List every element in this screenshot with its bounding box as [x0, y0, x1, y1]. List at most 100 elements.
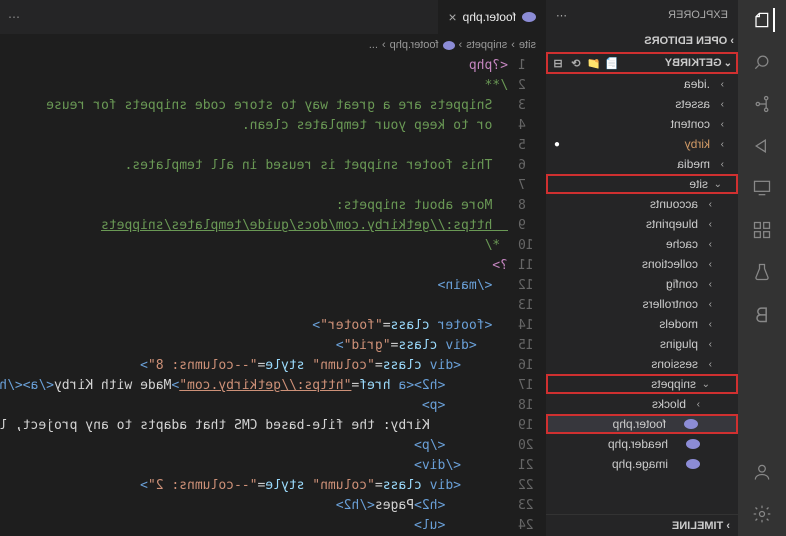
debug-icon[interactable]: [750, 134, 774, 158]
line-number: 18: [518, 396, 546, 416]
code-line[interactable]: <p>: [0, 396, 508, 416]
git-icon[interactable]: [750, 92, 774, 116]
tree-folder[interactable]: ⌄site: [546, 174, 738, 194]
tree-file[interactable]: image.php: [546, 454, 738, 474]
line-number: 2: [518, 76, 546, 96]
chevron-icon: ›: [700, 239, 712, 250]
files-icon[interactable]: [751, 8, 775, 32]
line-number: 22: [518, 476, 546, 496]
explorer-title: EXPLORER ⋯: [546, 0, 738, 30]
explorer-sidebar: EXPLORER ⋯ › OPEN EDITORS ⌄ GETKIRBY 📄 📁…: [546, 0, 738, 536]
code-line[interactable]: <ul>: [0, 516, 508, 536]
tree-folder[interactable]: ›plugins: [546, 334, 738, 354]
line-number: 23: [518, 496, 546, 516]
line-number: 13: [518, 296, 546, 316]
tree-folder[interactable]: ›blocks: [546, 394, 738, 414]
tree-folder[interactable]: ›sessions: [546, 354, 738, 374]
code-line[interactable]: </main>: [0, 276, 508, 296]
tree-folder[interactable]: ›models: [546, 314, 738, 334]
chevron-icon: ›: [700, 339, 712, 350]
code-line[interactable]: </div>: [0, 456, 508, 476]
code-line[interactable]: Kirby: the file-based CMS that adapts to…: [0, 416, 508, 436]
remote-icon[interactable]: [750, 176, 774, 200]
breadcrumb-segment[interactable]: footer.php: [390, 39, 439, 51]
tab-bar: footer.php × ⋯: [0, 0, 546, 34]
timeline-section[interactable]: › TIMELINE: [546, 514, 738, 536]
tree-folder[interactable]: ›assets: [546, 94, 738, 114]
tree-folder[interactable]: ›blueprints: [546, 214, 738, 234]
line-number: 19: [518, 416, 546, 436]
chevron-icon: ›: [700, 199, 712, 210]
code-line[interactable]: <footer class="footer">: [0, 316, 508, 336]
tree-item-label: blocks: [652, 397, 688, 411]
code-line[interactable]: or to keep your templates clean.: [0, 116, 508, 136]
tree-item-label: content: [671, 117, 712, 131]
code-line[interactable]: https://getkirby.com/docs/guide/template…: [0, 216, 508, 236]
line-number: 7: [518, 176, 546, 196]
code-line[interactable]: More about snippets:: [0, 196, 508, 216]
bold-icon[interactable]: [750, 302, 774, 326]
tree-file[interactable]: footer.php: [546, 414, 738, 434]
collapse-icon[interactable]: ⊟: [550, 55, 566, 71]
tree-folder[interactable]: ›accounts: [546, 194, 738, 214]
code-line[interactable]: [0, 176, 508, 196]
code-line[interactable]: [0, 136, 508, 156]
code-line[interactable]: <h2>Pages</h2>: [0, 496, 508, 516]
tree-folder[interactable]: ⌄snippets: [546, 374, 738, 394]
tab-actions[interactable]: ⋯: [0, 0, 28, 34]
tab-footer-php[interactable]: footer.php ×: [437, 0, 546, 34]
extensions-icon[interactable]: [750, 218, 774, 242]
breadcrumb-segment[interactable]: snippets: [466, 39, 507, 51]
new-folder-icon[interactable]: 📁: [586, 55, 602, 71]
close-icon[interactable]: ×: [448, 9, 456, 25]
code-line[interactable]: /**: [0, 76, 508, 96]
code-line[interactable]: Snippets are a great way to store code s…: [0, 96, 508, 116]
breadcrumb[interactable]: site›snippets›footer.php›...: [0, 34, 546, 56]
tree-file[interactable]: header.php: [546, 434, 738, 454]
code-line[interactable]: <div class="column" style="--columns: 8"…: [0, 356, 508, 376]
file-tree: ›.idea›assets›content›kirby●›media⌄site›…: [546, 74, 738, 514]
code-line[interactable]: <div class="grid">: [0, 336, 508, 356]
refresh-icon[interactable]: ⟳: [568, 55, 584, 71]
new-file-icon[interactable]: 📄: [604, 55, 620, 71]
search-icon[interactable]: [750, 50, 774, 74]
tree-folder[interactable]: ›content: [546, 114, 738, 134]
tree-folder[interactable]: ›collections: [546, 254, 738, 274]
tree-item-label: assets: [675, 97, 712, 111]
code-area[interactable]: 1234567891011121314151617181920212223242…: [0, 56, 546, 536]
tree-folder[interactable]: ›config: [546, 274, 738, 294]
tree-folder[interactable]: ›controllers: [546, 294, 738, 314]
testing-icon[interactable]: [750, 260, 774, 284]
workspace-folder[interactable]: ⌄ GETKIRBY 📄 📁 ⟳ ⊟: [546, 52, 738, 74]
code-line[interactable]: This footer snippet is reused in all tem…: [0, 156, 508, 176]
tree-item-label: controllers: [643, 297, 700, 311]
chevron-icon: ›: [712, 139, 724, 150]
code-lines[interactable]: <?php/** Snippets are a great way to sto…: [0, 56, 508, 536]
code-line[interactable]: <?php: [0, 56, 508, 76]
tree-folder[interactable]: ›media: [546, 154, 738, 174]
chevron-icon: ›: [700, 319, 712, 330]
open-editors-section[interactable]: › OPEN EDITORS: [546, 30, 738, 52]
tree-folder[interactable]: ›cache: [546, 234, 738, 254]
code-line[interactable]: */: [0, 236, 508, 256]
code-line[interactable]: <h2><a href="https://getkirby.com">Made …: [0, 376, 508, 396]
tree-folder[interactable]: ›.idea: [546, 74, 738, 94]
tree-item-label: plugins: [660, 337, 700, 351]
line-number: 3: [518, 96, 546, 116]
breadcrumb-segment[interactable]: site: [519, 39, 536, 51]
tree-folder[interactable]: ›kirby●: [546, 134, 738, 154]
code-line[interactable]: <div class="column" style="--columns: 2"…: [0, 476, 508, 496]
account-icon[interactable]: [750, 460, 774, 484]
line-number: 11: [518, 256, 546, 276]
code-line[interactable]: </p>: [0, 436, 508, 456]
more-icon[interactable]: ⋯: [556, 9, 567, 22]
tree-item-label: footer.php: [613, 417, 668, 431]
breadcrumb-segment[interactable]: ...: [369, 39, 378, 51]
gear-icon[interactable]: [750, 502, 774, 526]
chevron-icon: ›: [712, 119, 724, 130]
tree-item-label: blueprints: [646, 217, 700, 231]
line-number: 4: [518, 116, 546, 136]
php-icon: [522, 12, 536, 22]
code-line[interactable]: [0, 296, 508, 316]
code-line[interactable]: ?>: [0, 256, 508, 276]
